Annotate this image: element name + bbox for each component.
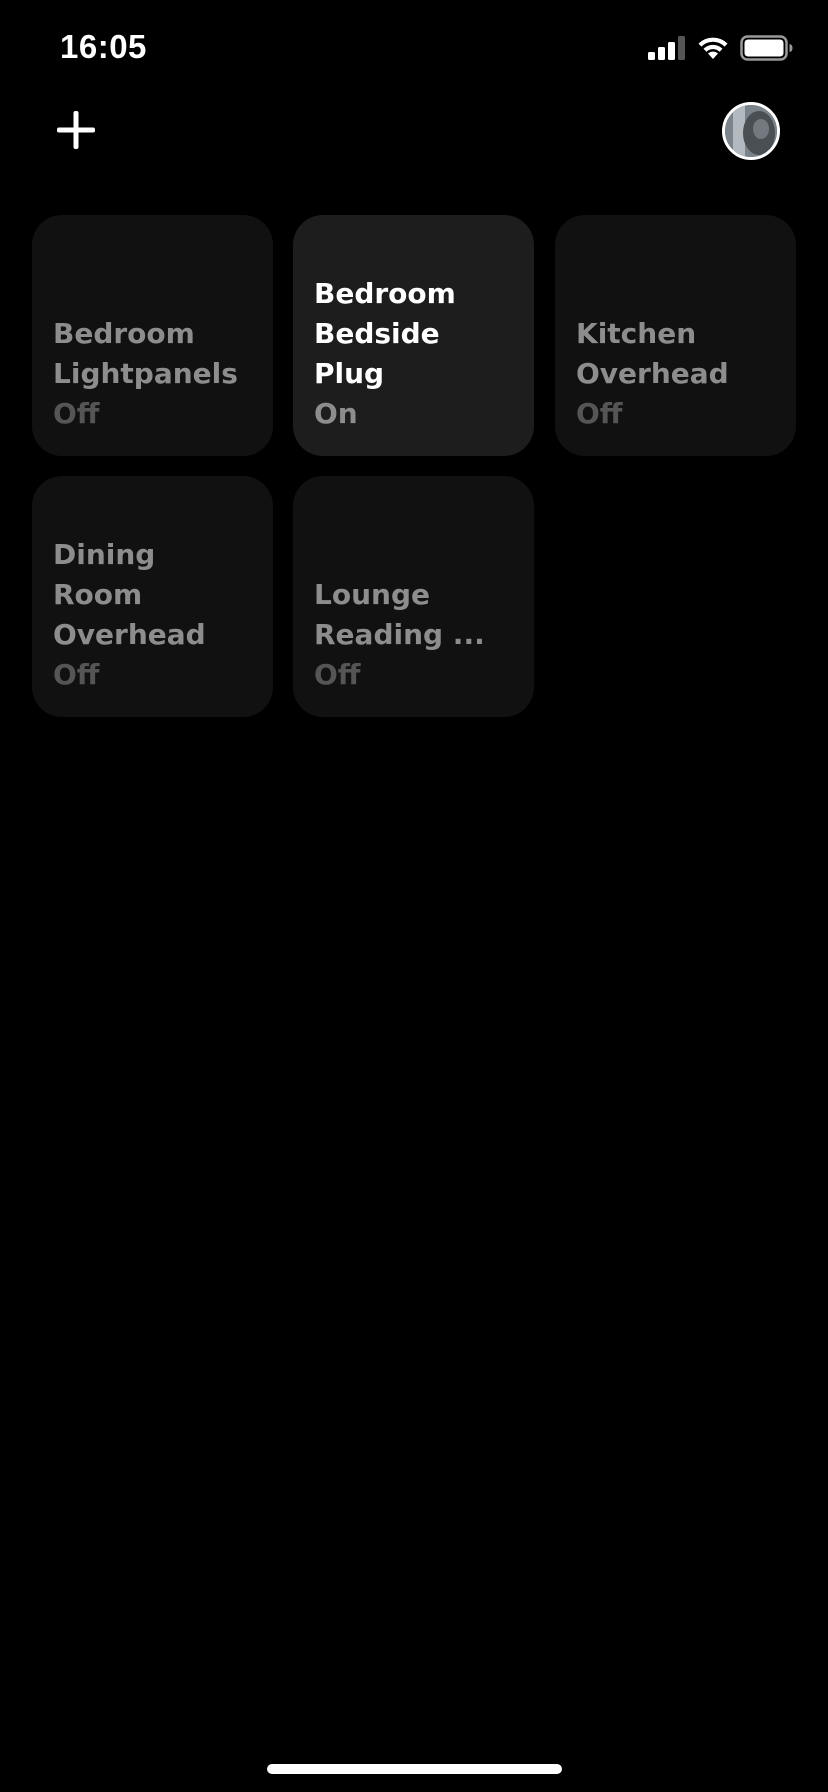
tile-name: Kitchen Overhead bbox=[576, 317, 729, 390]
tile-name: Bedroom Bedside Plug bbox=[314, 277, 456, 390]
profile-avatar[interactable] bbox=[722, 102, 780, 160]
tile-state: On bbox=[314, 397, 358, 430]
accessory-tile-kitchen-overhead[interactable]: Kitchen Overhead Off bbox=[555, 215, 796, 456]
status-icons bbox=[648, 35, 794, 65]
tile-name: Lounge Reading ... bbox=[314, 578, 485, 651]
accessory-tile-bedroom-bedside-plug[interactable]: Bedroom Bedside Plug On bbox=[293, 215, 534, 456]
home-indicator[interactable] bbox=[267, 1764, 562, 1774]
tile-state: Off bbox=[576, 397, 623, 430]
tile-state: Off bbox=[53, 397, 100, 430]
add-button[interactable] bbox=[54, 108, 98, 152]
avatar-image bbox=[725, 105, 777, 157]
tile-name: Dining Room Overhead bbox=[53, 538, 206, 651]
cellular-signal-icon bbox=[648, 36, 686, 64]
tile-name: Bedroom Lightpanels bbox=[53, 317, 238, 390]
status-bar: 16:05 bbox=[0, 0, 828, 100]
accessory-tile-bedroom-lightpanels[interactable]: Bedroom Lightpanels Off bbox=[32, 215, 273, 456]
tile-state: Off bbox=[53, 658, 100, 691]
battery-icon bbox=[740, 35, 794, 65]
top-bar bbox=[0, 100, 828, 210]
accessory-tile-lounge-reading[interactable]: Lounge Reading ... Off bbox=[293, 476, 534, 717]
accessory-tile-dining-room-overhead[interactable]: Dining Room Overhead Off bbox=[32, 476, 273, 717]
status-time: 16:05 bbox=[60, 28, 147, 65]
plus-icon bbox=[54, 108, 98, 156]
wifi-icon bbox=[696, 35, 730, 65]
tile-state: Off bbox=[314, 658, 361, 691]
